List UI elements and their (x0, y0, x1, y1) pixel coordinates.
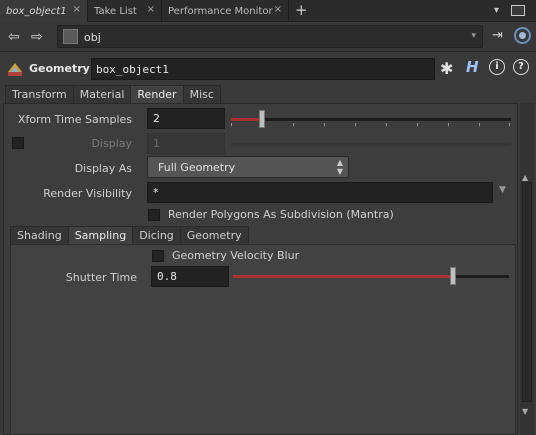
close-icon[interactable]: × (274, 4, 282, 15)
xform-time-samples-label: Xform Time Samples (17, 113, 132, 126)
help-icon[interactable]: ? (513, 59, 529, 75)
geometry-velocity-blur-checkbox[interactable] (152, 250, 164, 262)
path-field[interactable]: obj ▾ (57, 25, 483, 48)
display-label: Display (91, 137, 132, 150)
tab-material[interactable]: Material (72, 85, 132, 104)
shutter-time-field[interactable]: 0.8 (151, 266, 229, 287)
shutter-time-slider[interactable] (233, 275, 509, 278)
scroll-thumb[interactable] (522, 182, 532, 402)
shutter-time-handle[interactable] (450, 267, 456, 285)
back-arrow-icon[interactable]: ⇦ (8, 29, 20, 45)
slider-fill (231, 118, 261, 121)
chevron-up-down-icon: ▲ ▼ (336, 158, 343, 176)
slider-tick (509, 123, 510, 126)
display-field: 1 (147, 133, 225, 154)
tab-dicing[interactable]: Dicing (132, 226, 181, 245)
slider-tick (293, 123, 294, 126)
display-as-dropdown[interactable]: Full Geometry ▲ ▼ (147, 156, 349, 178)
slider-tick (448, 123, 449, 126)
slider-tick (479, 123, 480, 126)
node-header: Geometry box_object1 ✱ H i ? (0, 56, 536, 82)
xform-time-samples-slider[interactable] (231, 118, 511, 121)
parameter-scrollbar[interactable]: ▲ ▼ (520, 103, 534, 435)
slider-tick (417, 123, 418, 126)
xform-time-samples-handle[interactable] (259, 110, 265, 128)
object-network-icon (63, 29, 78, 44)
render-polygons-subdivision-label: Render Polygons As Subdivision (Mantra) (168, 208, 394, 221)
shutter-time-label: Shutter Time (65, 271, 137, 284)
tab-shading[interactable]: Shading (10, 226, 69, 245)
pane-tab-bar: box_object1 × Take List × Performance Mo… (0, 0, 536, 22)
node-type-label: Geometry (29, 62, 90, 75)
render-sub-tabs: Shading Sampling Dicing Geometry (10, 226, 249, 245)
info-icon[interactable]: i (489, 59, 505, 75)
render-visibility-label: Render Visibility (43, 187, 132, 200)
tab-render[interactable]: Render (130, 85, 184, 104)
slider-tick (324, 123, 325, 126)
pane-menu-icon[interactable]: ▾ (494, 5, 499, 16)
tab-performance-monitor[interactable]: Performance Monitor × (162, 0, 289, 22)
forward-arrow-icon[interactable]: ⇨ (31, 29, 43, 45)
slider-tick (355, 123, 356, 126)
slider-fill (233, 275, 452, 278)
tab-box-object1[interactable]: box_object1 × (0, 0, 88, 22)
slider-tick (231, 123, 232, 126)
xform-time-samples-field[interactable]: 2 (147, 108, 225, 129)
add-tab-icon[interactable]: + (295, 1, 308, 19)
scroll-up-icon[interactable]: ▲ (522, 173, 528, 182)
display-as-label: Display As (74, 162, 132, 175)
maximize-pane-icon[interactable] (511, 5, 525, 16)
display-as-value: Full Geometry (158, 161, 236, 174)
parameter-tabs: Transform Material Render Misc (5, 85, 221, 104)
geometry-velocity-blur-label: Geometry Velocity Blur (172, 249, 300, 262)
display-slider (231, 143, 511, 146)
tab-label: Performance Monitor (168, 5, 273, 17)
scroll-down-icon[interactable]: ▼ (522, 407, 528, 416)
gear-icon[interactable]: ✱ (440, 59, 453, 78)
link-group-icon[interactable] (514, 27, 531, 44)
node-name-field[interactable]: box_object1 (91, 58, 435, 80)
network-path-bar: ⇦ ⇨ obj ▾ ⇥ (0, 22, 536, 52)
render-polygons-subdivision-checkbox[interactable] (148, 209, 160, 221)
close-icon[interactable]: × (73, 4, 81, 15)
tab-misc[interactable]: Misc (182, 85, 221, 104)
chevron-down-icon[interactable]: ▾ (471, 31, 476, 41)
geometry-node-icon (8, 63, 22, 76)
tab-label: box_object1 (6, 5, 67, 17)
tab-sampling[interactable]: Sampling (67, 226, 134, 245)
tab-label: Take List (94, 5, 137, 17)
pin-icon[interactable]: ⇥ (492, 28, 503, 43)
tab-take-list[interactable]: Take List × (88, 0, 162, 22)
path-text: obj (84, 31, 101, 44)
tab-transform[interactable]: Transform (5, 85, 74, 104)
chevron-down-icon[interactable]: ▼ (499, 185, 506, 195)
render-visibility-field[interactable]: * (147, 182, 493, 203)
houdini-help-icon[interactable]: H (466, 58, 479, 76)
close-icon[interactable]: × (147, 4, 155, 15)
slider-tick (386, 123, 387, 126)
tab-geometry[interactable]: Geometry (179, 226, 249, 245)
